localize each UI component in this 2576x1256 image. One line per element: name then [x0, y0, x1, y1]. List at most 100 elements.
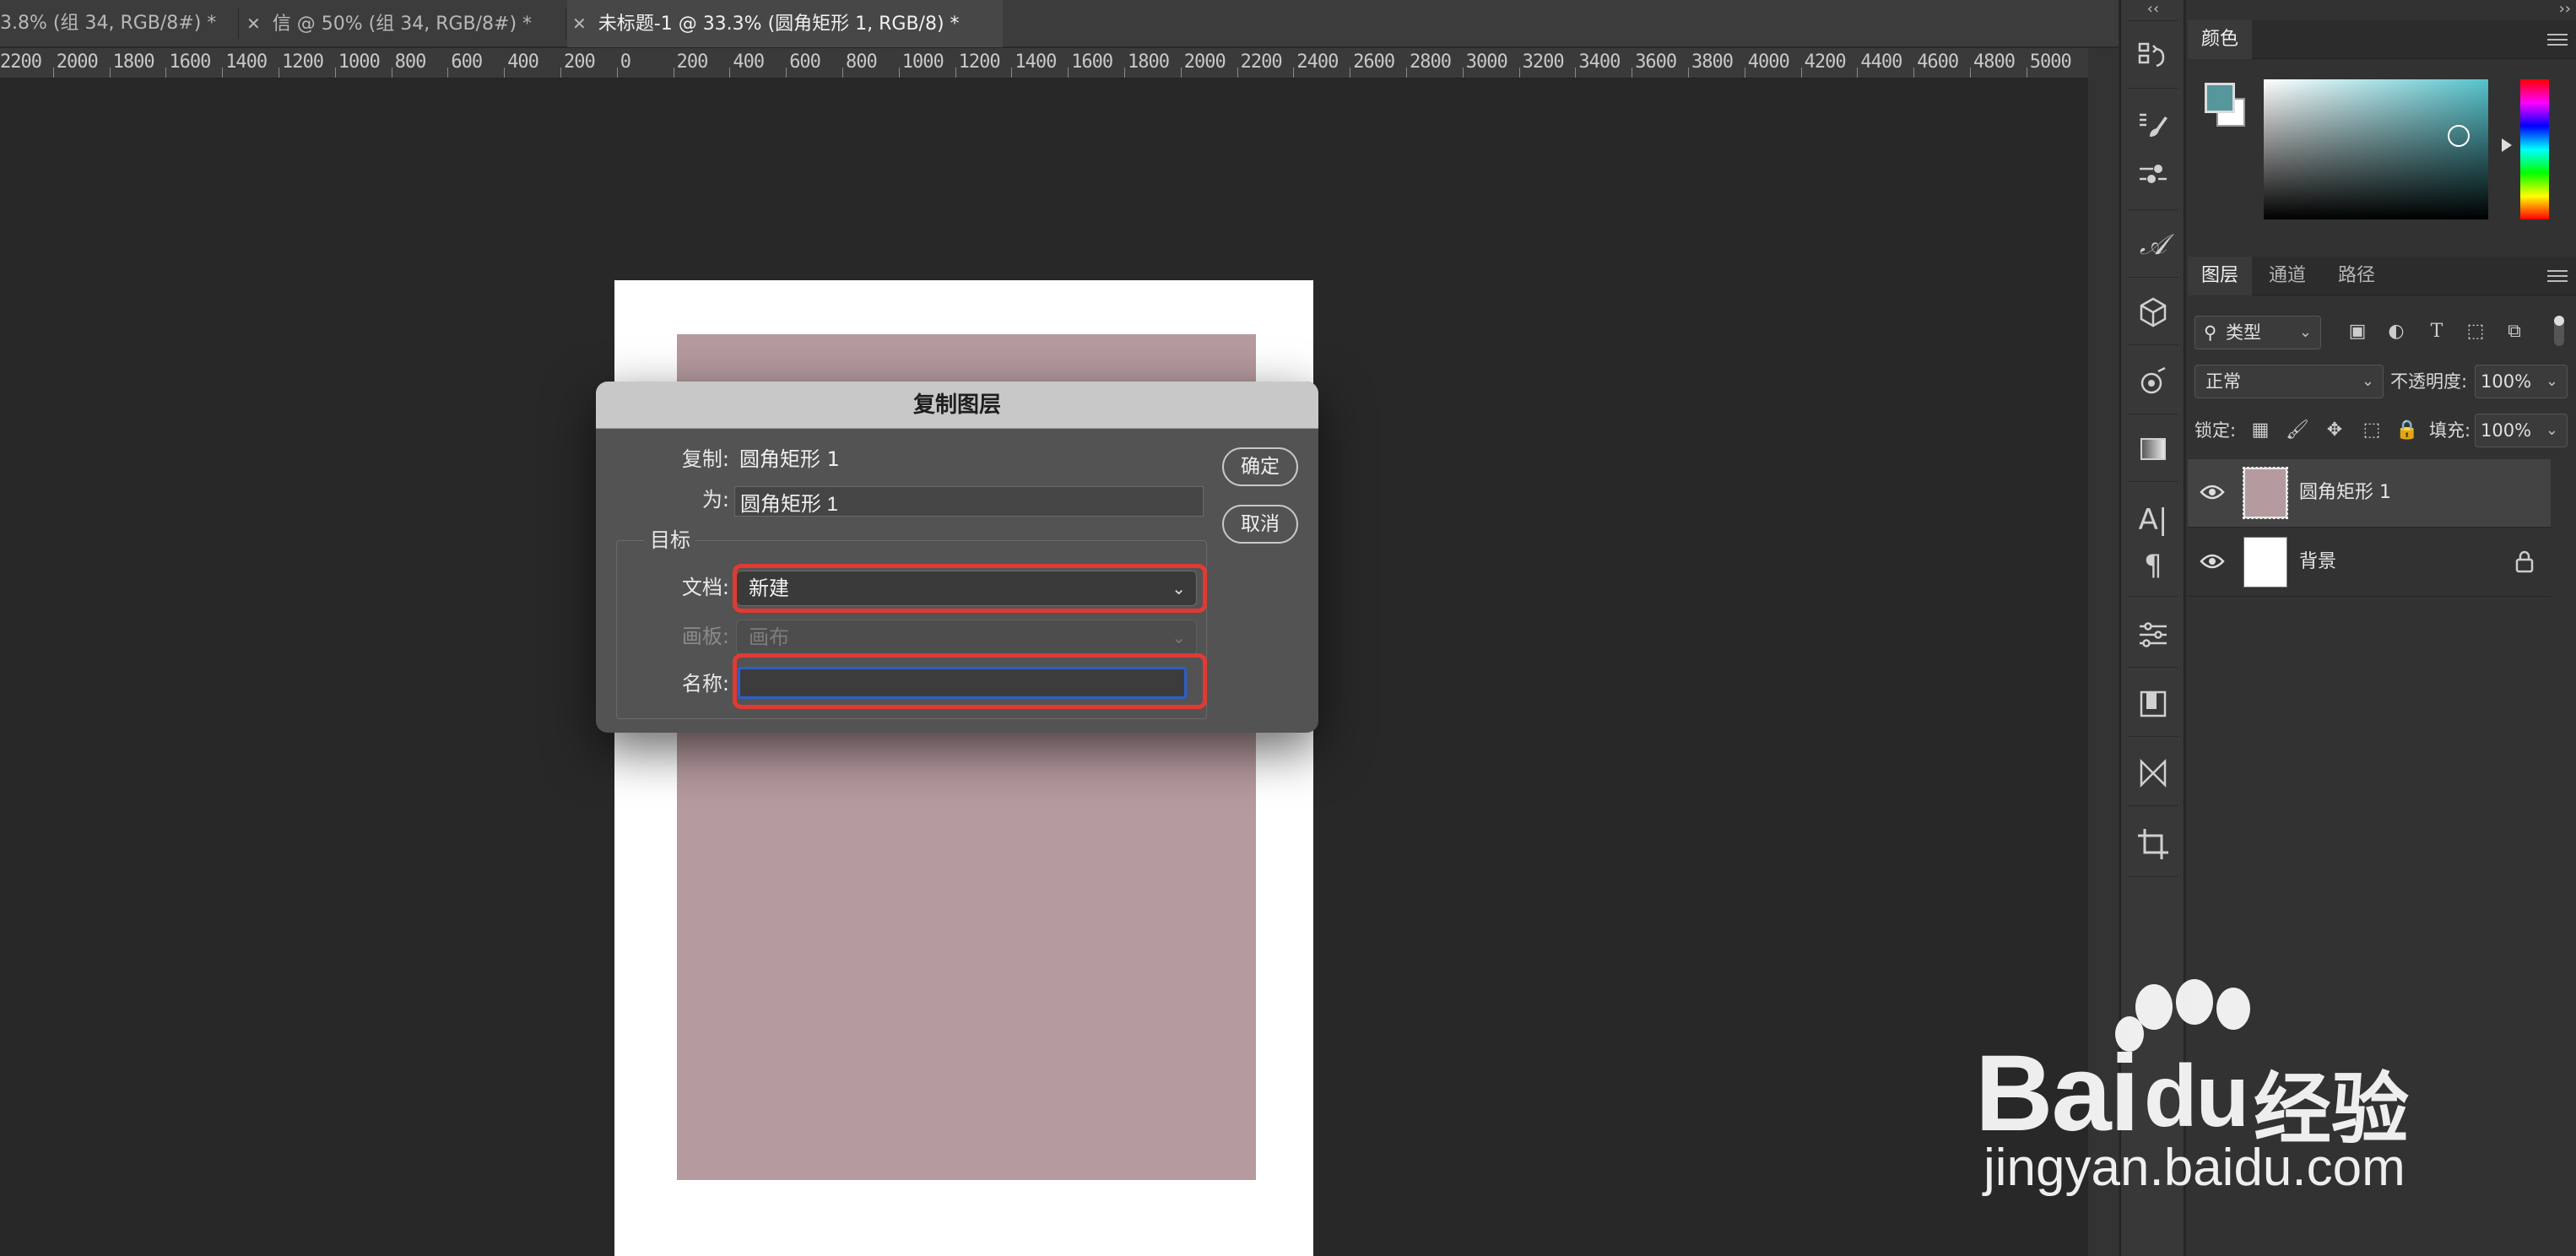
- ruler-tick-label: 400: [733, 51, 765, 73]
- highlight-box-document: [733, 564, 1207, 613]
- tab-channels[interactable]: 通道: [2269, 257, 2306, 295]
- ruler-tick-label: 3800: [1691, 51, 1734, 73]
- collapse-toolbar-icon[interactable]: ‹‹: [2121, 0, 2185, 19]
- ruler-tick-label: 4400: [1860, 51, 1902, 73]
- color-picker-field[interactable]: [2264, 79, 2488, 219]
- ruler-tick-label: 5000: [2029, 51, 2072, 73]
- ruler-tick-label: 4800: [1973, 51, 2016, 73]
- layer-row-background[interactable]: 背景: [2188, 528, 2551, 596]
- blend-mode-select[interactable]: 正常 ⌄: [2194, 365, 2384, 398]
- layer-name[interactable]: 背景: [2299, 528, 2336, 596]
- visibility-eye-icon[interactable]: [2200, 481, 2225, 503]
- filter-adjustment-icon[interactable]: ◐: [2384, 319, 2409, 344]
- collapse-panels-icon[interactable]: ››: [2559, 0, 2571, 18]
- as-name-input[interactable]: [734, 486, 1204, 517]
- brush-presets-icon[interactable]: [2133, 155, 2173, 196]
- artboard-select-value: 画布: [749, 625, 789, 649]
- tab-doc-2[interactable]: ✕ 信 @ 50% (组 34, RGB/8#) *: [246, 0, 567, 47]
- tab-doc-1-label: 3.8% (组 34, RGB/8#) *: [0, 13, 217, 34]
- copy-label: 复制:: [681, 447, 729, 471]
- opacity-label: 不透明度:: [2390, 371, 2468, 392]
- hue-slider-arrow[interactable]: [2502, 138, 2512, 152]
- search-icon: ⚲: [2204, 322, 2217, 343]
- crop-icon[interactable]: [2133, 824, 2173, 864]
- tab-color[interactable]: 颜色: [2188, 20, 2253, 59]
- properties-icon[interactable]: [2133, 361, 2173, 402]
- tab-doc-3-active[interactable]: ✕ 未标题-1 @ 33.3% (圆角矩形 1, RGB/8) *: [567, 0, 1003, 47]
- baidu-jingyan-watermark: Bai du 经验 jingyan.baidu.com: [1975, 979, 2498, 1199]
- layer-name[interactable]: 圆角矩形 1: [2299, 459, 2391, 527]
- fill-input[interactable]: 100% ⌄: [2475, 414, 2568, 447]
- ruler-tick-label: 4200: [1804, 51, 1847, 73]
- as-label: 为:: [701, 488, 729, 512]
- artboard-select: 画布 ⌄: [736, 620, 1197, 655]
- opacity-input[interactable]: 100% ⌄: [2475, 365, 2568, 398]
- adjustments-icon[interactable]: [2133, 614, 2173, 655]
- ruler-tick-label: 2200: [0, 51, 42, 73]
- color-picker-cursor[interactable]: [2448, 125, 2470, 147]
- color-panel-header: 颜色: [2188, 20, 2576, 59]
- chevron-down-icon: ⌄: [2545, 421, 2558, 439]
- ruler-tick-mark: [786, 68, 787, 78]
- horizontal-ruler[interactable]: 2200 2000 1800 1600 1400 1200 1000 800 600 400 200…: [0, 48, 2088, 78]
- ruler-tick-mark: [1970, 68, 1971, 78]
- tab-paths[interactable]: 路径: [2338, 257, 2375, 295]
- foreground-color-swatch[interactable]: [2205, 83, 2235, 113]
- cancel-button[interactable]: 取消: [1222, 505, 1298, 544]
- glyphs-icon[interactable]: 𝒜: [2133, 225, 2173, 265]
- brush-settings-icon[interactable]: [2133, 105, 2173, 145]
- layer-filter-value: 类型: [2226, 322, 2261, 343]
- ruler-tick-label: 4600: [1917, 51, 1959, 73]
- filter-type-icon[interactable]: T: [2424, 319, 2449, 344]
- gradients-icon[interactable]: [2133, 429, 2173, 469]
- paragraph-icon[interactable]: ¶: [2133, 545, 2173, 586]
- ruler-tick-mark: [334, 68, 336, 78]
- fill-value: 100%: [2481, 420, 2532, 441]
- hue-slider[interactable]: [2520, 79, 2549, 219]
- filter-shape-icon[interactable]: ⬚: [2463, 319, 2488, 344]
- 3d-cube-icon[interactable]: [2133, 292, 2173, 333]
- lock-position-icon[interactable]: ✥: [2321, 417, 2348, 444]
- close-tab-icon[interactable]: ✕: [246, 0, 261, 47]
- ruler-tick-label: 800: [394, 51, 427, 73]
- ruler-tick-label: 3200: [1522, 51, 1565, 73]
- name-label: 名称:: [681, 672, 729, 696]
- lock-transparent-icon[interactable]: ▦: [2247, 417, 2274, 444]
- character-icon[interactable]: A|: [2133, 500, 2173, 540]
- chevron-down-icon: ⌄: [2545, 372, 2558, 390]
- visibility-eye-icon[interactable]: [2200, 550, 2225, 572]
- ruler-tick-mark: [1913, 68, 1915, 78]
- panel-menu-icon[interactable]: [2547, 267, 2568, 284]
- timeline-icon[interactable]: [2133, 753, 2173, 793]
- lock-all-icon[interactable]: 🔒: [2394, 417, 2421, 444]
- ruler-tick-mark: [1688, 68, 1689, 78]
- lock-artboard-icon[interactable]: ⬚: [2358, 417, 2385, 444]
- ruler-tick-label: 1000: [901, 51, 944, 73]
- ruler-tick-mark: [1237, 68, 1238, 78]
- layer-filter-select[interactable]: ⚲ 类型 ⌄: [2194, 316, 2321, 349]
- ruler-tick-mark: [898, 68, 900, 78]
- ruler-tick-label: 1200: [958, 51, 1001, 73]
- layer-row-rounded-rect[interactable]: 圆角矩形 1: [2188, 459, 2551, 527]
- watermark-url: jingyan.baidu.com: [1983, 1139, 2406, 1197]
- ok-button[interactable]: 确定: [1222, 447, 1298, 486]
- history-icon[interactable]: [2133, 35, 2173, 76]
- tab-doc-1[interactable]: 3.8% (组 34, RGB/8#) *: [0, 0, 238, 47]
- chevron-down-icon: ⌄: [1172, 627, 1186, 647]
- close-tab-icon[interactable]: ✕: [572, 0, 587, 47]
- panel-menu-icon[interactable]: [2547, 30, 2568, 47]
- ruler-tick-label: 400: [507, 51, 539, 73]
- ruler-tick-mark: [842, 68, 843, 78]
- libraries-icon[interactable]: [2133, 684, 2173, 724]
- opacity-value: 100%: [2481, 371, 2532, 392]
- filter-smart-object-icon[interactable]: ⧉: [2502, 319, 2527, 344]
- lock-image-icon[interactable]: 🖌: [2284, 417, 2311, 444]
- dialog-title: 复制图层: [596, 382, 1318, 429]
- lock-label: 锁定:: [2194, 420, 2237, 441]
- filter-toggle[interactable]: [2554, 316, 2564, 346]
- filter-pixel-icon[interactable]: ▣: [2345, 319, 2370, 344]
- tab-layers[interactable]: 图层: [2188, 257, 2253, 295]
- artboard-label: 画板:: [681, 625, 729, 648]
- ruler-tick-mark: [504, 68, 506, 78]
- tab-doc-3-label: 未标题-1 @ 33.3% (圆角矩形 1, RGB/8) *: [598, 14, 960, 35]
